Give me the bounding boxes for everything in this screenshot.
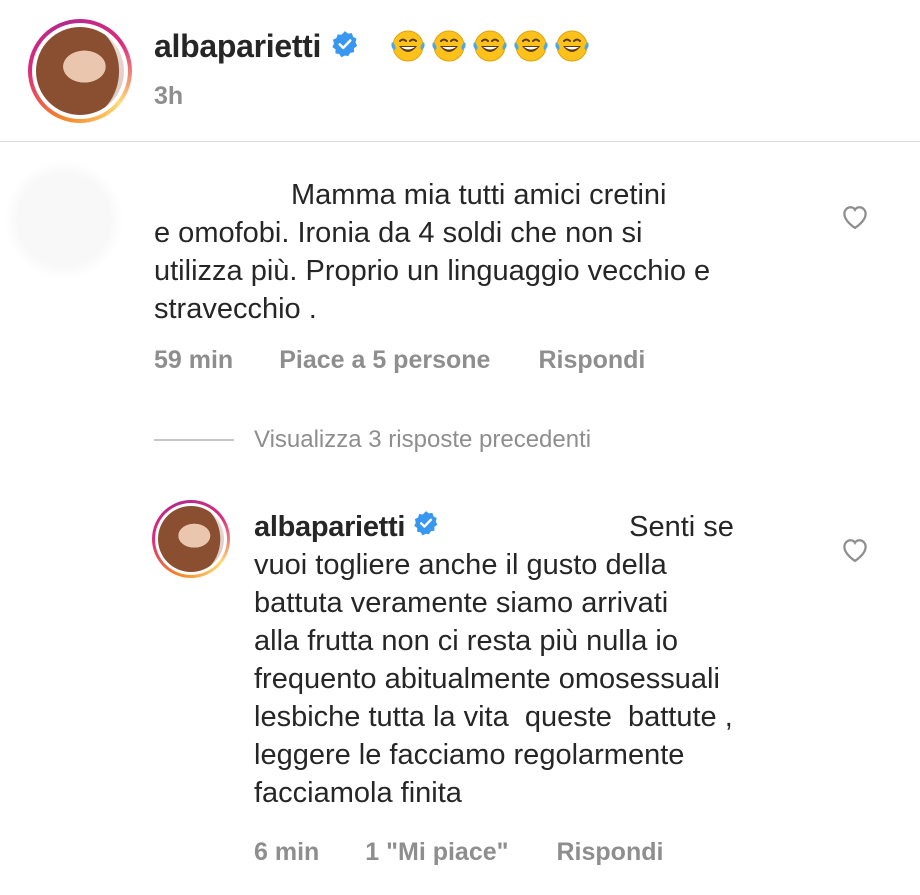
- reply-like-button[interactable]: [840, 535, 870, 568]
- reply-line: leggere le facciamo regolarmente: [254, 739, 685, 771]
- laughing-tears-emoji-icon: [471, 29, 509, 63]
- post-time: 3h: [154, 82, 184, 110]
- reply-line: frequento abitualmente omosessuali: [254, 663, 720, 695]
- replies-line: [154, 439, 234, 441]
- reply-username[interactable]: albaparietti: [254, 508, 405, 546]
- verified-badge-icon: [413, 508, 439, 546]
- heart-icon: [843, 206, 867, 230]
- laughing-tears-emoji-icon: [512, 29, 550, 63]
- verified-badge-icon: [331, 30, 359, 63]
- comment-reply-button[interactable]: Rispondi: [538, 346, 645, 375]
- comment-body: Mamma mia tutti amici cretini e omofobi.…: [154, 176, 814, 328]
- reply-line: vuoi togliere anche il gusto della: [254, 549, 667, 581]
- comment-line: e omofobi. Ironia da 4 soldi che non si: [154, 217, 643, 249]
- reply-body: albaparietti Senti se vuoi togliere anch…: [254, 508, 834, 812]
- reply-time: 6 min: [254, 838, 320, 866]
- post-username[interactable]: albaparietti: [154, 28, 321, 65]
- comment-likes-link[interactable]: Piace a 5 persone: [279, 346, 490, 375]
- reply-likes-link[interactable]: 1 "Mi piace": [365, 838, 508, 867]
- reply-meta-row: 6 min 1 "Mi piace" Rispondi: [254, 838, 663, 867]
- reply-line: facciamola finita: [254, 777, 462, 809]
- avatar-photo: [158, 506, 224, 572]
- comment-avatar-placeholder[interactable]: [4, 160, 124, 280]
- laughing-tears-emoji-icon: [553, 29, 591, 63]
- emoji-group: [389, 29, 594, 63]
- post-avatar[interactable]: [28, 19, 132, 123]
- avatar-photo: [36, 27, 124, 115]
- reply-text-first: Senti se: [629, 511, 734, 543]
- header-divider: [0, 141, 920, 142]
- reply-line: alla frutta non ci resta più nulla io: [254, 625, 678, 657]
- post-header: albaparietti: [154, 26, 594, 66]
- comment-line: utilizza più. Proprio un linguaggio vecc…: [154, 255, 711, 287]
- reply-line: lesbiche tutta la vita queste battute ,: [254, 701, 733, 733]
- comment-time: 59 min: [154, 346, 234, 374]
- view-replies-label[interactable]: Visualizza 3 risposte precedenti: [254, 426, 591, 454]
- heart-icon: [843, 539, 867, 563]
- reply-avatar[interactable]: [152, 500, 230, 578]
- reply-reply-button[interactable]: Rispondi: [557, 838, 664, 867]
- comment-meta-row: 59 min Piace a 5 persone Rispondi: [154, 346, 645, 375]
- laughing-tears-emoji-icon: [389, 29, 427, 63]
- comment-line: stravecchio .: [154, 293, 317, 325]
- laughing-tears-emoji-icon: [430, 29, 468, 63]
- comment-like-button[interactable]: [840, 202, 870, 235]
- comment-line: Mamma mia tutti amici cretini: [291, 179, 667, 211]
- view-replies-row[interactable]: Visualizza 3 risposte precedenti: [154, 426, 591, 454]
- reply-line: battuta veramente siamo arrivati: [254, 587, 669, 619]
